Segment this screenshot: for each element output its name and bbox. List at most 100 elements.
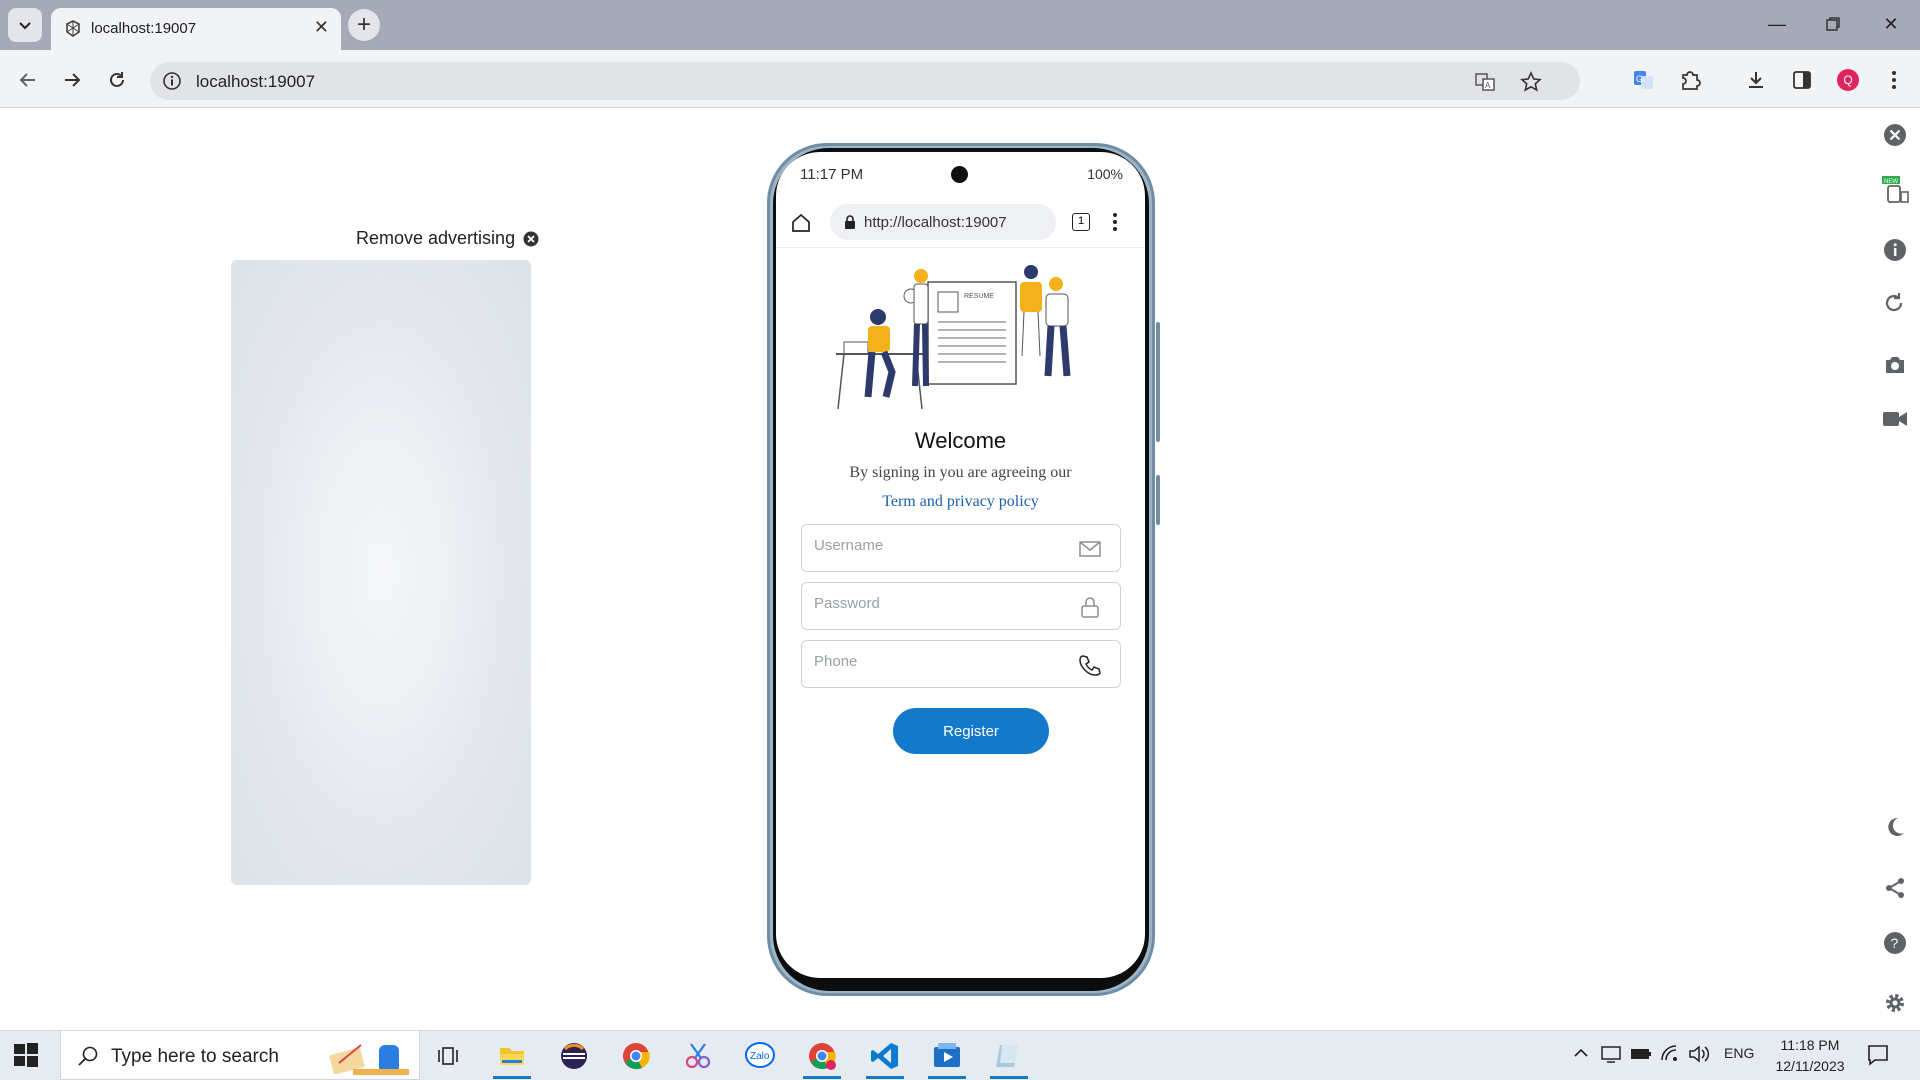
media-player-app[interactable] xyxy=(926,1035,968,1079)
tab-close-icon[interactable]: ✕ xyxy=(314,17,329,38)
share-button[interactable] xyxy=(1880,873,1910,903)
front-camera xyxy=(951,166,968,183)
chrome-app[interactable] xyxy=(615,1035,657,1077)
agree-text: By signing in you are agreeing our xyxy=(849,464,1072,481)
wifi-tray[interactable] xyxy=(1660,1044,1680,1069)
notes-icon xyxy=(996,1045,1018,1067)
site-info-icon[interactable] xyxy=(162,71,182,91)
eclipse-app[interactable] xyxy=(553,1035,595,1077)
bookmark-star-icon[interactable] xyxy=(1520,71,1542,93)
zalo-label: Zalo xyxy=(750,1051,770,1062)
chrome-profile-app[interactable] xyxy=(801,1035,843,1079)
share-icon xyxy=(1886,878,1904,898)
windows-start-icon[interactable] xyxy=(12,1041,40,1069)
downloads-button[interactable] xyxy=(1740,64,1772,96)
language-indicator[interactable]: ENG xyxy=(1724,1045,1754,1061)
phone-input[interactable] xyxy=(814,653,1064,670)
terms-link[interactable]: Term and privacy policy xyxy=(776,493,1145,511)
taskbar-search-placeholder: Type here to search xyxy=(111,1046,279,1067)
folder-icon xyxy=(500,1048,524,1065)
screenshot-button[interactable] xyxy=(1880,350,1910,380)
taskbar-search-box[interactable]: Type here to search xyxy=(60,1030,420,1080)
info-button[interactable] xyxy=(1880,235,1910,265)
volume-icon xyxy=(1689,1045,1710,1063)
vscode-icon xyxy=(871,1043,898,1069)
rotate-button[interactable] xyxy=(1880,288,1910,318)
mail-icon xyxy=(1079,541,1101,557)
task-view-button[interactable] xyxy=(428,1035,470,1077)
close-emulator-button[interactable] xyxy=(1880,120,1910,150)
restore-icon xyxy=(1826,17,1840,31)
more-vertical-icon[interactable] xyxy=(1112,212,1118,232)
restore-button[interactable] xyxy=(1810,8,1856,40)
taskbar-clock[interactable]: 11:18 PM 12/11/2023 xyxy=(1770,1035,1850,1077)
clock-time: 11:18 PM xyxy=(1780,1037,1840,1053)
back-button[interactable] xyxy=(12,64,44,96)
battery-tray[interactable] xyxy=(1630,1046,1652,1067)
volume-tray[interactable] xyxy=(1688,1044,1710,1069)
snipping-tool-app[interactable] xyxy=(677,1035,719,1077)
file-explorer-app[interactable] xyxy=(491,1035,533,1079)
password-field[interactable] xyxy=(801,582,1121,630)
info-icon xyxy=(1884,239,1906,261)
reload-button[interactable] xyxy=(101,64,133,96)
rotate-icon xyxy=(1885,293,1903,312)
mobile-address-bar[interactable]: http://localhost:19007 xyxy=(830,204,1056,240)
password-input[interactable] xyxy=(814,595,1064,612)
arrow-right-icon xyxy=(65,73,81,87)
notifications-button[interactable] xyxy=(1866,1043,1890,1072)
username-field[interactable] xyxy=(801,524,1121,572)
zalo-app[interactable]: Zalo xyxy=(739,1035,781,1077)
register-button[interactable]: Register xyxy=(893,708,1049,754)
help-button[interactable]: ? xyxy=(1880,928,1910,958)
notification-icon xyxy=(1868,1045,1888,1066)
notes-app[interactable] xyxy=(988,1035,1030,1079)
clock-date: 12/11/2023 xyxy=(1775,1058,1845,1074)
tab-search-button[interactable] xyxy=(8,8,42,42)
scissors-icon xyxy=(685,1043,711,1069)
new-badge: NEW xyxy=(1884,179,1898,185)
dark-mode-button[interactable] xyxy=(1880,812,1910,842)
svg-text:A: A xyxy=(1485,81,1491,90)
vscode-app[interactable] xyxy=(864,1035,906,1079)
settings-button[interactable] xyxy=(1880,988,1910,1018)
chrome-icon xyxy=(623,1043,650,1070)
phone-side-button xyxy=(1156,475,1160,525)
google-translate-extension[interactable]: G xyxy=(1628,64,1660,96)
new-tab-button[interactable]: + xyxy=(348,9,380,41)
translate-icon[interactable]: A xyxy=(1474,71,1496,93)
username-input[interactable] xyxy=(814,537,1064,554)
mobile-url: http://localhost:19007 xyxy=(864,214,1007,231)
mobile-tab-count[interactable]: 1 xyxy=(1072,213,1090,231)
profile-button[interactable]: Q xyxy=(1832,64,1864,96)
show-hidden-icons-button[interactable] xyxy=(1572,1044,1590,1067)
close-window-button[interactable]: ✕ xyxy=(1868,8,1914,40)
network-adapter-tray[interactable] xyxy=(1600,1044,1622,1069)
remove-advertising-link[interactable]: Remove advertising xyxy=(356,228,539,249)
phone-side-button xyxy=(1156,322,1160,442)
side-panel-button[interactable] xyxy=(1786,64,1818,96)
task-view-icon xyxy=(438,1047,458,1065)
lock-icon xyxy=(845,215,855,229)
extensions-button[interactable] xyxy=(1674,64,1706,96)
team-illustration: RESUME xyxy=(836,265,1071,410)
close-circle-icon xyxy=(1884,124,1906,146)
browser-tab[interactable]: localhost:19007 ✕ xyxy=(51,8,341,50)
wifi-icon xyxy=(1661,1045,1677,1061)
browser-menu-button[interactable] xyxy=(1878,64,1910,96)
remove-advertising-label: Remove advertising xyxy=(356,228,516,248)
phone-screen: 11:17 PM 100% http://localhost:19007 1 R… xyxy=(776,152,1145,978)
devices-button[interactable]: NEW xyxy=(1880,174,1910,204)
svg-text:?: ? xyxy=(1891,935,1899,951)
home-icon[interactable] xyxy=(790,212,812,234)
chevron-down-icon xyxy=(19,22,31,30)
svg-text:G: G xyxy=(1636,74,1643,84)
minimize-button[interactable]: — xyxy=(1754,8,1800,40)
phone-field[interactable] xyxy=(801,640,1121,688)
download-icon xyxy=(1749,72,1763,88)
record-video-button[interactable] xyxy=(1880,404,1910,434)
address-bar[interactable]: localhost:19007 A xyxy=(150,62,1580,100)
side-panel-icon xyxy=(1793,71,1811,89)
zalo-icon: Zalo xyxy=(745,1042,775,1068)
forward-button[interactable] xyxy=(56,64,88,96)
